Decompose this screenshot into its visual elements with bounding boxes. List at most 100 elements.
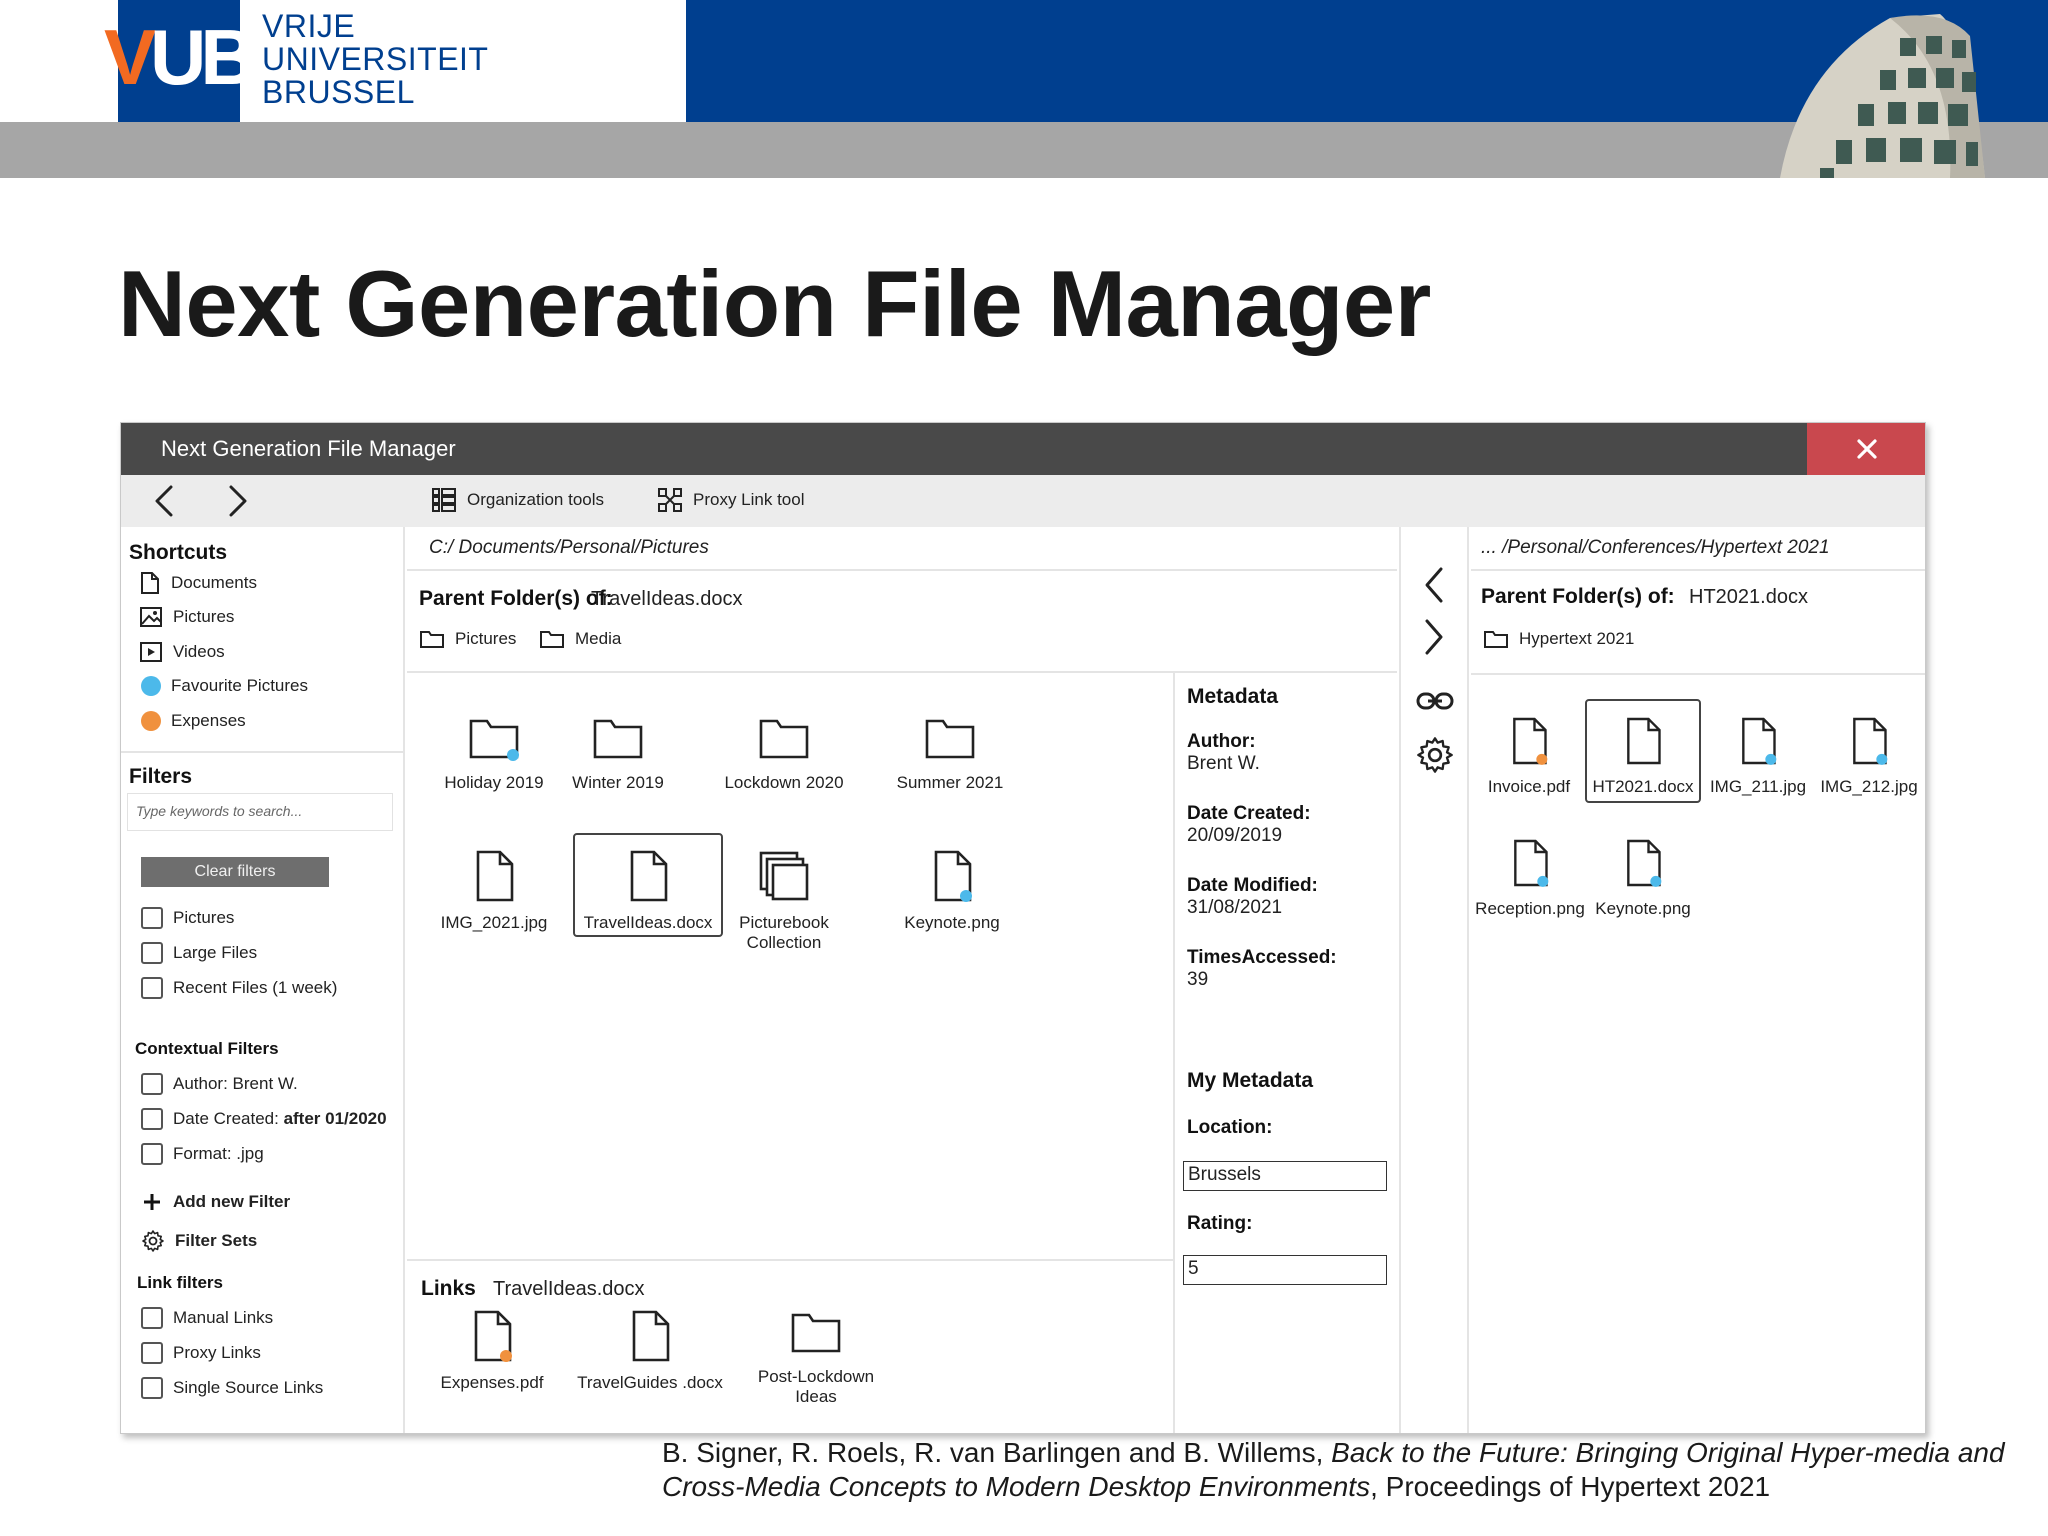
link-filter-proxy[interactable]: Proxy Links: [141, 1342, 261, 1364]
add-new-filter-button[interactable]: Add new Filter: [141, 1191, 290, 1213]
file-item[interactable]: Invoice.pdf: [1475, 715, 1583, 797]
contextual-filter-format[interactable]: Format: .jpg: [141, 1143, 264, 1165]
folder-item[interactable]: Winter 2019: [543, 715, 693, 793]
collection-item[interactable]: Picturebook Collection: [709, 849, 859, 953]
filter-search-input[interactable]: Type keywords to search...: [127, 793, 393, 831]
checkbox[interactable]: [141, 977, 163, 999]
close-icon: [1857, 439, 1877, 459]
checkbox[interactable]: [141, 942, 163, 964]
back-icon[interactable]: [1417, 565, 1451, 605]
panel-controls: [1399, 527, 1469, 1433]
file-item[interactable]: IMG_211.jpg: [1703, 715, 1813, 797]
proxy-link-tool-button[interactable]: Proxy Link tool: [657, 487, 805, 513]
proxy-link-icon: [658, 488, 682, 512]
filter-label-bold: after 01/2020: [283, 1109, 387, 1128]
metadata-value: 31/08/2021: [1187, 897, 1283, 918]
item-label: IMG_2021.jpg: [440, 913, 548, 932]
university-name-line: UNIVERSITEIT: [262, 41, 489, 77]
rating-input[interactable]: 5: [1183, 1255, 1387, 1285]
metadata-value: 20/09/2019: [1187, 825, 1283, 846]
item-label: Invoice.pdf: [1487, 777, 1571, 796]
window-title: Next Generation File Manager: [161, 436, 456, 461]
checkbox[interactable]: [141, 1377, 163, 1399]
metadata-key: Author:: [1187, 731, 1256, 752]
plus-icon: [144, 1194, 160, 1210]
checkbox[interactable]: [141, 1108, 163, 1130]
rating-label: Rating:: [1187, 1213, 1253, 1234]
university-name: VRIJE UNIVERSITEIT BRUSSEL: [262, 10, 488, 109]
item-label: Winter 2019: [572, 773, 664, 792]
checkbox[interactable]: [141, 1342, 163, 1364]
link-filter-single-source[interactable]: Single Source Links: [141, 1377, 323, 1399]
forward-icon[interactable]: [1417, 617, 1451, 657]
location-input[interactable]: Brussels: [1183, 1161, 1387, 1191]
building-image: [1780, 14, 1985, 178]
orange-tag-icon: [141, 711, 161, 731]
shortcut-videos[interactable]: Videos: [139, 641, 225, 663]
shortcut-expenses[interactable]: Expenses: [141, 711, 246, 731]
item-label: TravelIdeas.docx: [583, 913, 713, 932]
second-panel-path[interactable]: ... /Personal/Conferences/Hypertext 2021: [1481, 537, 1830, 559]
shortcut-pictures[interactable]: Pictures: [139, 606, 234, 628]
parent-folder-hypertext[interactable]: Hypertext 2021: [1483, 629, 1634, 649]
filter-label: Author: Brent W.: [173, 1074, 298, 1093]
forward-icon[interactable]: [219, 483, 255, 519]
file-item-selected[interactable]: TravelIdeas.docx: [573, 833, 723, 937]
filter-label: Large Files: [173, 943, 258, 962]
back-icon[interactable]: [147, 483, 183, 519]
checkbox[interactable]: [141, 1143, 163, 1165]
contextual-filter-date[interactable]: Date Created: after 01/2020: [141, 1108, 387, 1130]
checkbox[interactable]: [141, 907, 163, 929]
file-item[interactable]: Keynote.png: [877, 849, 1027, 933]
checkbox[interactable]: [141, 1073, 163, 1095]
gear-icon: [142, 1230, 164, 1252]
settings-gear-icon[interactable]: [1415, 735, 1455, 775]
file-item-selected[interactable]: HT2021.docx: [1585, 699, 1701, 803]
shortcut-documents[interactable]: Documents: [139, 571, 257, 595]
contextual-filter-author[interactable]: Author: Brent W.: [141, 1073, 298, 1095]
my-metadata-heading: My Metadata: [1187, 1069, 1314, 1092]
organization-tools-icon: [432, 488, 456, 512]
folder-item[interactable]: Lockdown 2020: [709, 715, 859, 793]
file-icon: [632, 1310, 670, 1362]
folder-icon: [925, 719, 975, 759]
linked-folder-item[interactable]: Post-Lockdown Ideas: [741, 1309, 891, 1407]
file-item[interactable]: Reception.png: [1473, 837, 1587, 919]
metadata-key: Date Created:: [1187, 803, 1311, 824]
link-filters-heading: Link filters: [137, 1273, 223, 1292]
filter-label: Date Created: after 01/2020: [173, 1109, 387, 1129]
item-label: HT2021.docx: [1592, 777, 1694, 796]
parent-folders-file: TravelIdeas.docx: [591, 588, 743, 610]
filter-large-files[interactable]: Large Files: [141, 942, 257, 964]
filter-pictures[interactable]: Pictures: [141, 907, 234, 929]
link-filter-manual[interactable]: Manual Links: [141, 1307, 273, 1329]
file-item[interactable]: Keynote.png: [1587, 837, 1699, 919]
item-label: Holiday 2019: [444, 773, 544, 792]
shortcut-favourite-pictures[interactable]: Favourite Pictures: [141, 676, 308, 696]
filter-recent-files[interactable]: Recent Files (1 week): [141, 977, 337, 999]
slide-title: Next Generation File Manager: [118, 251, 1431, 356]
close-button[interactable]: [1807, 423, 1925, 475]
parent-folder-media[interactable]: Media: [539, 629, 621, 649]
filters-heading: Filters: [129, 765, 193, 788]
divider: [407, 569, 1397, 571]
clear-filters-button[interactable]: Clear filters: [141, 857, 329, 887]
linked-file-item[interactable]: TravelGuides .docx: [575, 1309, 725, 1393]
file-icon: [476, 850, 514, 902]
checkbox[interactable]: [141, 1307, 163, 1329]
parent-folder-pictures[interactable]: Pictures: [419, 629, 516, 649]
filter-sets-button[interactable]: Filter Sets: [141, 1229, 257, 1253]
current-path[interactable]: C:/ Documents/Personal/Pictures: [429, 537, 709, 559]
linked-file-item[interactable]: Expenses.pdf: [417, 1309, 567, 1393]
parent-folders-label: Parent Folder(s) of:: [1481, 585, 1675, 608]
item-label: IMG_211.jpg: [1709, 777, 1807, 796]
links-label: Links: [421, 1277, 476, 1300]
item-label: Summer 2021: [896, 773, 1004, 792]
folder-item[interactable]: Summer 2021: [875, 715, 1025, 793]
parent-folder-label: Media: [575, 629, 622, 648]
organization-tools-button[interactable]: Organization tools: [431, 487, 604, 513]
citation: B. Signer, R. Roels, R. van Barlingen an…: [662, 1436, 2042, 1504]
link-icon[interactable]: [1415, 689, 1455, 713]
file-item[interactable]: IMG_212.jpg: [1813, 715, 1925, 797]
file-item[interactable]: IMG_2021.jpg: [419, 849, 569, 933]
